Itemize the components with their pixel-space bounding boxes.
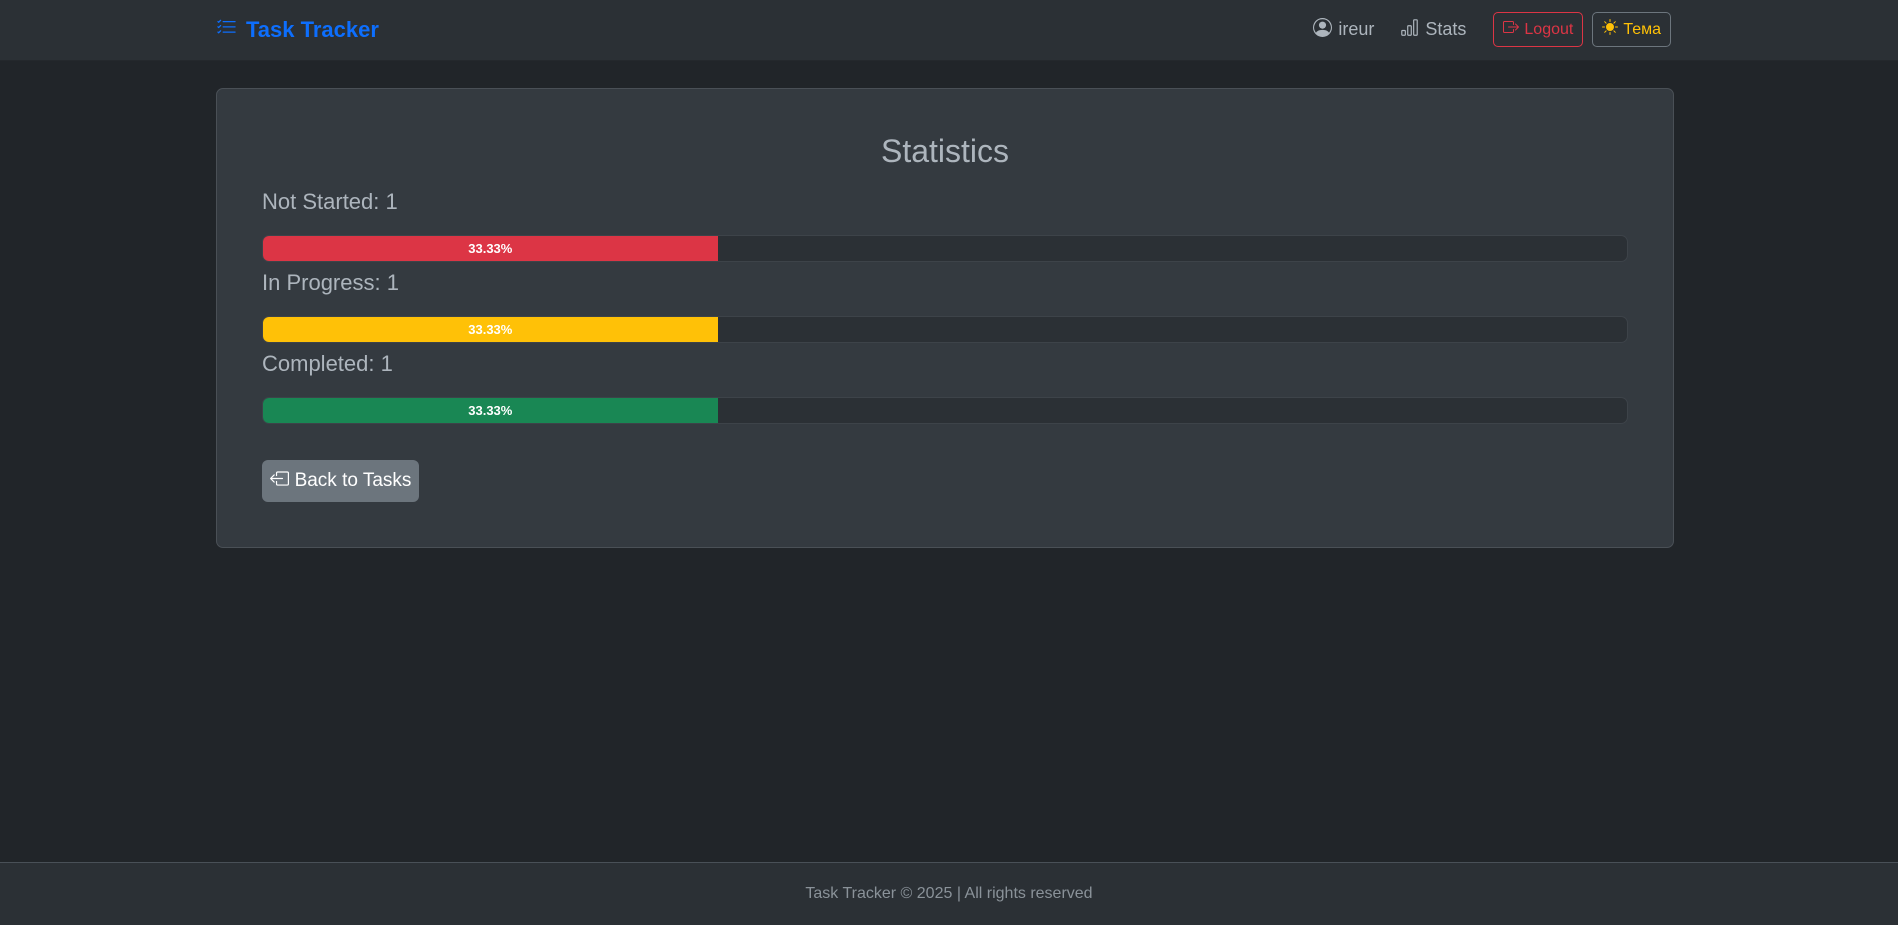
person-circle-icon <box>1313 17 1333 42</box>
footer: Task Tracker © 2025 | All rights reserve… <box>0 862 1898 925</box>
navbar: Task Tracker ireur Stats Logout Тема <box>0 0 1898 61</box>
brand-link[interactable]: Task Tracker <box>216 14 379 46</box>
user-link[interactable]: ireur <box>1313 17 1375 42</box>
logout-label: Logout <box>1524 20 1574 38</box>
box-arrow-left-icon <box>269 469 289 494</box>
stat-label-in-progress: In Progress: 1 <box>262 270 399 295</box>
sun-icon <box>1602 19 1619 40</box>
box-arrow-right-icon <box>1503 19 1520 40</box>
bar-chart-icon <box>1400 18 1419 42</box>
navbar-right: ireur Stats Logout Тема <box>1313 12 1671 47</box>
theme-toggle-button[interactable]: Тема <box>1592 12 1671 47</box>
stats-link[interactable]: Stats <box>1400 18 1466 42</box>
theme-label: Тема <box>1623 20 1661 38</box>
progress-in-progress: 33.33% <box>262 316 1628 343</box>
statistics-card: Statistics Not Started: 1 33.33% In Prog… <box>216 88 1674 548</box>
brand-label: Task Tracker <box>246 17 379 42</box>
user-name: ireur <box>1338 19 1375 39</box>
stat-label-not-started: Not Started: 1 <box>262 189 398 214</box>
back-to-tasks-button[interactable]: Back to Tasks <box>262 460 419 502</box>
progress-bar-in-progress: 33.33% <box>263 317 718 342</box>
logout-button[interactable]: Logout <box>1493 12 1584 47</box>
progress-completed: 33.33% <box>262 397 1628 424</box>
back-to-tasks-label: Back to Tasks <box>294 470 412 491</box>
footer-text: Task Tracker © 2025 | All rights reserve… <box>805 885 1093 902</box>
progress-bar-not-started: 33.33% <box>263 236 718 261</box>
stats-label: Stats <box>1425 19 1467 39</box>
progress-not-started: 33.33% <box>262 235 1628 262</box>
list-check-icon <box>216 17 237 44</box>
progress-bar-completed: 33.33% <box>263 398 718 423</box>
page-title: Statistics <box>880 133 1010 169</box>
stat-label-completed: Completed: 1 <box>262 351 393 376</box>
